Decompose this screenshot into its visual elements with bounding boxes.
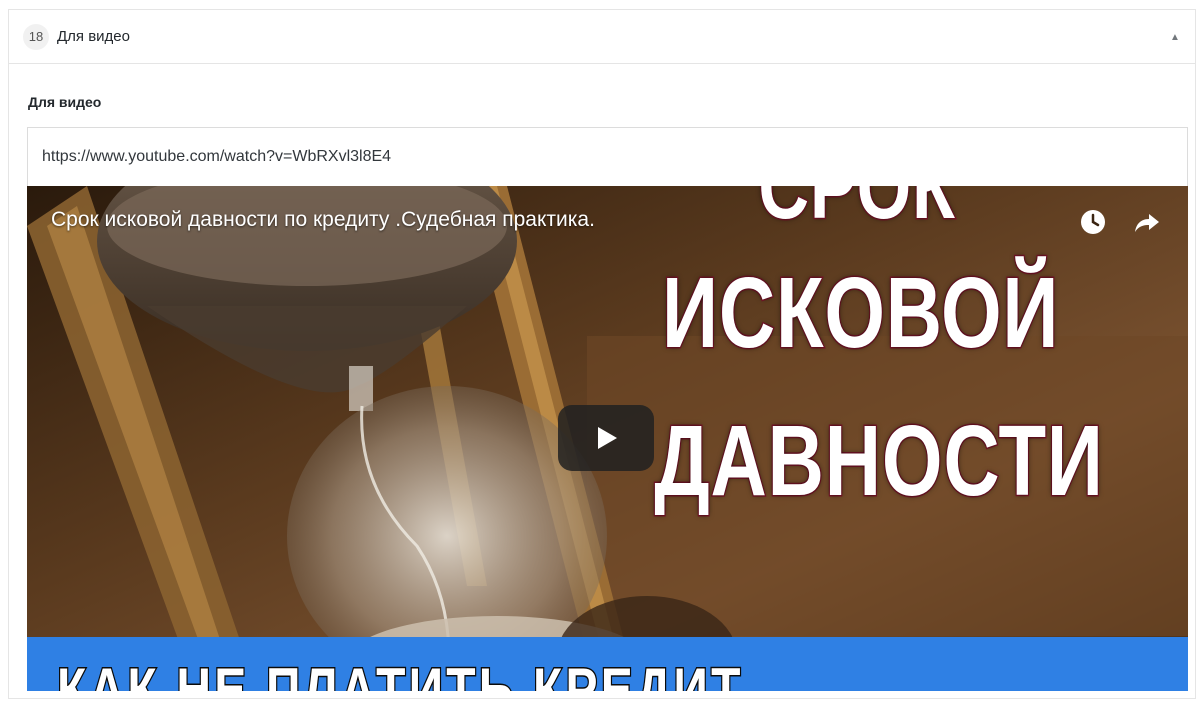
panel-index-badge: 18 <box>23 23 49 50</box>
thumbnail-banner-text: КАК НЕ ПЛАТИТЬ КРЕДИТ <box>56 655 744 692</box>
field-label: Для видео <box>28 94 102 110</box>
video-url-input[interactable] <box>42 148 1187 166</box>
play-icon <box>598 427 617 449</box>
video-embed[interactable]: СРОК ИСКОВОЙ ДАВНОСТИ Срок исковой давно… <box>27 186 1188 691</box>
meta-box-panel: 18 Для видео ▲ Для видео https://www.you… <box>8 9 1196 699</box>
video-title[interactable]: Срок исковой давности по кредиту .Судебн… <box>51 208 595 232</box>
panel-title: Для видео <box>57 28 130 45</box>
triangle-up-icon[interactable]: ▲ <box>1165 27 1185 47</box>
thumbnail-line-3: ДАВНОСТИ <box>653 405 1104 518</box>
play-button[interactable] <box>558 405 654 471</box>
thumbnail-line-2: ИСКОВОЙ <box>661 257 1060 370</box>
clock-icon[interactable] <box>1079 208 1107 236</box>
share-arrow-icon[interactable] <box>1133 208 1161 236</box>
panel-header[interactable]: 18 Для видео ▲ <box>9 10 1195 64</box>
url-field-container[interactable] <box>27 127 1188 186</box>
thumbnail-line-1: СРОК <box>757 186 956 240</box>
thumbnail-banner: КАК НЕ ПЛАТИТЬ КРЕДИТ <box>27 637 1188 691</box>
